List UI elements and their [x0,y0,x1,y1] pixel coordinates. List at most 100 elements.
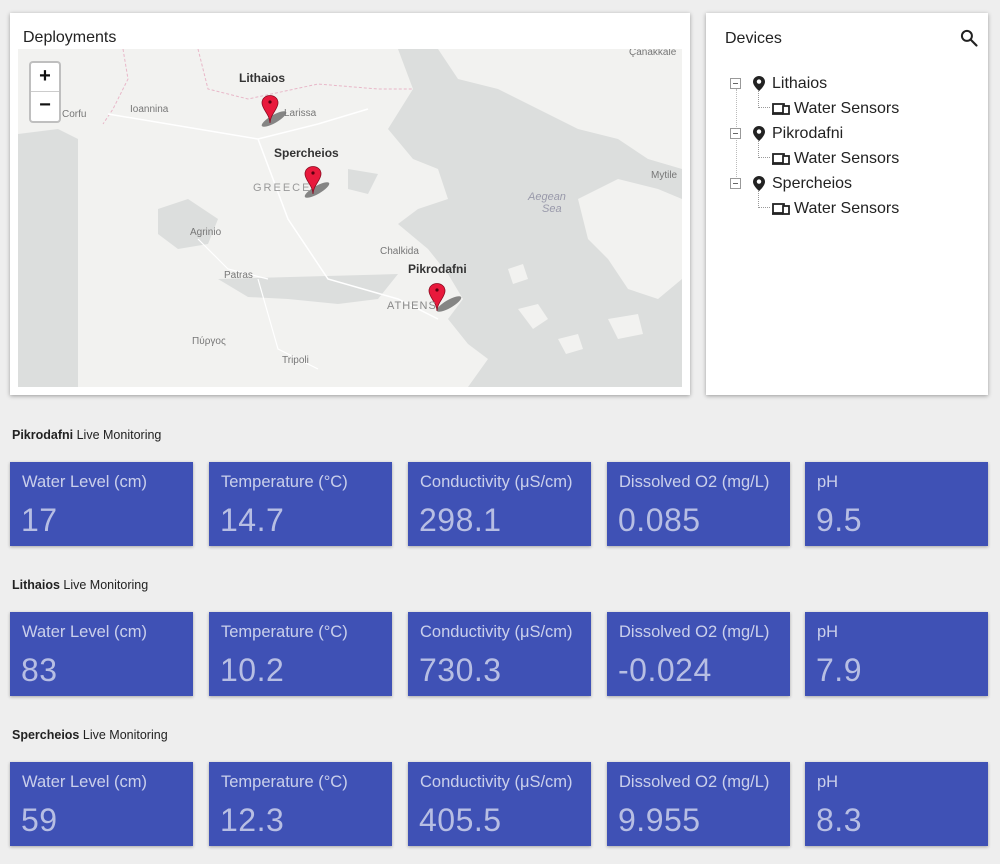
metric-label: Water Level (cm) [22,623,147,641]
metric-card-dissolved-o2[interactable]: Dissolved O2 (mg/L) 0.085 [607,462,790,546]
devices-title: Devices [725,30,782,47]
metric-card-temperature[interactable]: Temperature (°C) 10.2 [209,612,392,696]
metric-label: pH [817,623,839,641]
monitoring-title-spercheios: Spercheios Live Monitoring [12,728,168,742]
site-name: Pikrodafni [12,428,74,442]
metric-card-ph[interactable]: pH 9.5 [805,462,988,546]
zoom-out-button[interactable]: − [31,92,59,121]
metric-card-temperature[interactable]: Temperature (°C) 14.7 [209,462,392,546]
metric-card-dissolved-o2[interactable]: Dissolved O2 (mg/L) 9.955 [607,762,790,846]
metric-label: Temperature (°C) [221,623,348,641]
metric-value: 0.085 [618,502,701,538]
location-pin-icon [753,126,765,141]
devices-icon [772,203,790,215]
monitoring-title-pikrodafni: Pikrodafni Live Monitoring [12,428,161,442]
section-suffix: Live Monitoring [63,578,149,592]
zoom-control: + − [29,61,61,123]
map-city-label: ATHENS [387,300,437,312]
tree-node-label: Pikrodafni [772,125,844,142]
tree-child-label: Water Sensors [794,200,900,217]
metric-card-temperature[interactable]: Temperature (°C) 12.3 [209,762,392,846]
devices-card: Devices Lithaios Water Sensors Pikrodafn… [706,13,988,395]
metric-card-ph[interactable]: pH 8.3 [805,762,988,846]
tree-child-water-sensors[interactable]: Water Sensors [728,190,978,221]
tree-child-water-sensors[interactable]: Water Sensors [728,90,978,121]
metric-card-conductivity[interactable]: Conductivity (μS/cm) 298.1 [408,462,591,546]
metric-label: Temperature (°C) [221,773,348,791]
metric-value: 730.3 [419,652,502,688]
monitoring-title-lithaios: Lithaios Live Monitoring [12,578,148,592]
tree-connector [758,140,770,158]
map-country-label: GREECE [253,182,312,194]
metric-value: 14.7 [220,502,285,538]
metric-label: Water Level (cm) [22,473,147,491]
map-place-label: Chalkida [380,246,419,257]
tree-child-label: Water Sensors [794,100,900,117]
tree-connector [758,190,770,208]
metric-value: 17 [21,502,58,538]
map-place-label: Larissa [284,108,317,119]
deployments-card: Deployments Ioannina Corfu Larissa Agrin… [10,13,690,395]
site-name: Lithaios [12,578,60,592]
metric-label: pH [817,773,839,791]
collapse-toggle[interactable] [730,78,741,89]
metric-value: 405.5 [419,802,502,838]
metric-label: Conductivity (μS/cm) [420,773,573,791]
metric-value: 8.3 [816,802,862,838]
tree-child-water-sensors[interactable]: Water Sensors [728,140,978,171]
metric-value: 9.5 [816,502,862,538]
map-place-label: Ioannina [130,104,169,115]
metric-card-water-level[interactable]: Water Level (cm) 59 [10,762,193,846]
metric-card-dissolved-o2[interactable]: Dissolved O2 (mg/L) -0.024 [607,612,790,696]
map-place-label: Corfu [62,109,87,120]
tree-connector [758,90,770,108]
deployments-title: Deployments [23,29,117,46]
metric-value: 59 [21,802,58,838]
tree-child-label: Water Sensors [794,150,900,167]
metric-value: 10.2 [220,652,285,688]
collapse-toggle[interactable] [730,178,741,189]
devices-icon [772,103,790,115]
marker-label-lithaios: Lithaios [239,71,286,85]
tree-node-label: Lithaios [772,75,828,92]
metric-card-water-level[interactable]: Water Level (cm) 17 [10,462,193,546]
metric-card-conductivity[interactable]: Conductivity (μS/cm) 730.3 [408,612,591,696]
metric-label: Dissolved O2 (mg/L) [619,623,770,641]
deployments-map[interactable]: Ioannina Corfu Larissa Agrinio Patras Πύ… [18,49,682,387]
marker-label-pikrodafni: Pikrodafni [408,262,467,276]
map-place-label: Agrinio [190,227,222,238]
device-tree: Lithaios Water Sensors Pikrodafni Water … [728,71,978,221]
metric-card-ph[interactable]: pH 7.9 [805,612,988,696]
metric-value: 9.955 [618,802,701,838]
search-icon[interactable] [959,28,979,48]
metric-card-water-level[interactable]: Water Level (cm) 83 [10,612,193,696]
metric-label: Dissolved O2 (mg/L) [619,773,770,791]
location-pin-icon [753,176,765,191]
metric-value: 83 [21,652,58,688]
metric-card-conductivity[interactable]: Conductivity (μS/cm) 405.5 [408,762,591,846]
metric-label: Dissolved O2 (mg/L) [619,473,770,491]
collapse-toggle[interactable] [730,128,741,139]
site-name: Spercheios [12,728,80,742]
map-base [18,49,682,387]
map-place-label: Tripoli [282,355,309,366]
section-suffix: Live Monitoring [82,728,168,742]
map-sea-label: Sea [542,203,562,215]
devices-icon [772,153,790,165]
metric-value: 12.3 [220,802,285,838]
metric-value: -0.024 [618,652,712,688]
marker-label-spercheios: Spercheios [274,146,339,160]
tree-node-label: Spercheios [772,175,853,192]
metric-label: Temperature (°C) [221,473,348,491]
metric-label: pH [817,473,839,491]
metric-value: 7.9 [816,652,862,688]
location-pin-icon [753,76,765,91]
zoom-in-button[interactable]: + [31,63,59,92]
metric-label: Conductivity (μS/cm) [420,623,573,641]
map-place-label: Πύργος [192,336,226,347]
metric-value: 298.1 [419,502,502,538]
map-place-label: Patras [224,270,253,281]
map-sea-label: Aegean [528,191,566,203]
metric-label: Conductivity (μS/cm) [420,473,573,491]
metric-label: Water Level (cm) [22,773,147,791]
